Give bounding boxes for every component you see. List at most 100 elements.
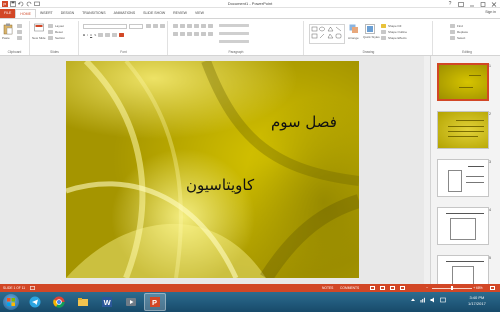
quick-styles-icon[interactable]: [365, 24, 375, 34]
shape-effects-button[interactable]: Shape Effects: [381, 36, 407, 40]
format-painter-icon[interactable]: [17, 36, 22, 40]
minimize-icon[interactable]: [468, 1, 476, 8]
change-case-icon[interactable]: [112, 33, 118, 37]
taskbar-chrome[interactable]: [48, 293, 70, 311]
underline-icon[interactable]: U: [90, 33, 92, 37]
cut-icon[interactable]: [17, 24, 22, 28]
zoom-slider-handle[interactable]: [451, 286, 453, 290]
shape-outline-button[interactable]: Shape Outline: [381, 30, 407, 34]
thumb-number: 3: [489, 160, 491, 164]
slideshow-icon[interactable]: [400, 286, 405, 290]
shape-fill-button[interactable]: Shape Fill: [381, 24, 401, 28]
decrease-indent-icon[interactable]: [187, 24, 192, 28]
text-direction-icon[interactable]: [208, 24, 213, 28]
justify-icon[interactable]: [194, 32, 199, 36]
network-icon[interactable]: [420, 297, 426, 303]
shrink-font-icon[interactable]: [153, 24, 158, 28]
language-icon[interactable]: [440, 297, 446, 303]
clear-format-icon[interactable]: [160, 24, 165, 28]
zoom-in-icon[interactable]: +: [473, 285, 475, 290]
sign-in-link[interactable]: Sign in: [485, 10, 496, 14]
zoom-level[interactable]: 68%: [476, 286, 483, 290]
ribbon-display-icon[interactable]: [457, 1, 465, 8]
shadow-icon[interactable]: S: [94, 33, 96, 37]
tab-home[interactable]: HOME: [15, 9, 36, 18]
smartart-dropdown[interactable]: [219, 40, 249, 43]
taskbar-word[interactable]: W: [96, 293, 118, 311]
proofing-icon[interactable]: [30, 286, 35, 291]
section-button[interactable]: Section: [48, 36, 65, 40]
fit-to-window-icon[interactable]: [490, 286, 495, 290]
new-slide-label[interactable]: New Slide: [32, 36, 46, 40]
tab-review[interactable]: REVIEW: [169, 9, 191, 18]
replace-button[interactable]: Replace: [450, 30, 468, 34]
font-color-icon[interactable]: [119, 33, 125, 37]
align-text-icon[interactable]: [208, 32, 213, 36]
copy-icon[interactable]: [17, 30, 22, 34]
paste-label[interactable]: Paste: [2, 36, 10, 40]
thumbnail-slide-4[interactable]: [437, 207, 489, 245]
find-button[interactable]: Find: [450, 24, 463, 28]
tab-file[interactable]: FILE: [0, 9, 16, 18]
tab-view[interactable]: VIEW: [191, 9, 208, 18]
increase-indent-icon[interactable]: [194, 24, 199, 28]
slide-title[interactable]: فصل سوم: [271, 113, 337, 131]
shapes-gallery[interactable]: [309, 24, 345, 44]
numbering-icon[interactable]: [180, 24, 185, 28]
maximize-icon[interactable]: [479, 1, 487, 8]
new-slide-icon[interactable]: [34, 23, 44, 33]
quick-styles-label[interactable]: Quick Styles: [363, 35, 380, 40]
align-left-icon[interactable]: [173, 32, 178, 36]
help-icon[interactable]: ?: [446, 1, 454, 8]
thumbnail-slide-2[interactable]: [437, 111, 489, 149]
font-family-select[interactable]: [83, 24, 127, 29]
align-buttons: [173, 32, 213, 36]
comments-button[interactable]: COMMENTS: [340, 286, 359, 290]
spacing-icon[interactable]: [105, 33, 111, 37]
tab-animations[interactable]: ANIMATIONS: [110, 9, 140, 18]
bullets-icon[interactable]: [173, 24, 178, 28]
line-spacing-icon[interactable]: [201, 24, 206, 28]
show-hidden-icons-icon[interactable]: [410, 297, 416, 303]
slide-subtitle[interactable]: کاویتاسیون: [186, 176, 254, 194]
tab-transitions[interactable]: TRANSITIONS: [78, 9, 110, 18]
taskbar-media-player[interactable]: [120, 293, 142, 311]
thumbnail-slide-5[interactable]: [437, 255, 489, 284]
arrange-label[interactable]: Arrange: [348, 36, 359, 40]
taskbar-powerpoint[interactable]: P: [144, 293, 166, 311]
clock[interactable]: 3:40 PM 1/17/2017: [468, 295, 486, 307]
layout-button[interactable]: Layout: [48, 24, 64, 28]
thumbnail-slide-3[interactable]: [437, 159, 489, 197]
align-right-icon[interactable]: [187, 32, 192, 36]
select-button[interactable]: Select: [450, 36, 465, 40]
zoom-out-icon[interactable]: −: [426, 285, 428, 290]
strikethrough-icon[interactable]: [98, 33, 104, 37]
close-icon[interactable]: [490, 1, 498, 8]
current-slide[interactable]: فصل سوم کاویتاسیون: [66, 61, 359, 278]
paste-icon[interactable]: [3, 23, 13, 35]
bold-icon[interactable]: B: [83, 33, 85, 37]
reading-view-icon[interactable]: [390, 286, 395, 290]
notes-button[interactable]: NOTES: [322, 286, 333, 290]
tab-slide-show[interactable]: SLIDE SHOW: [139, 9, 169, 18]
taskbar-telegram[interactable]: [24, 293, 46, 311]
thumbnail-slide-1[interactable]: [437, 63, 489, 101]
start-button[interactable]: [3, 294, 19, 310]
italic-icon[interactable]: I: [87, 33, 88, 37]
arrange-icon[interactable]: [349, 24, 359, 34]
slide-sorter-icon[interactable]: [380, 286, 385, 290]
tab-insert[interactable]: INSERT: [36, 9, 57, 18]
volume-icon[interactable]: [430, 297, 436, 303]
columns-icon[interactable]: [201, 32, 206, 36]
shape-outline-label: Shape Outline: [388, 30, 408, 34]
align-text-dropdown[interactable]: [219, 32, 249, 35]
grow-font-icon[interactable]: [146, 24, 151, 28]
align-center-icon[interactable]: [180, 32, 185, 36]
text-direction-dropdown[interactable]: [219, 24, 249, 27]
reset-button[interactable]: Reset: [48, 30, 63, 34]
taskbar-file-explorer[interactable]: [72, 293, 94, 311]
tab-design[interactable]: DESIGN: [57, 9, 78, 18]
font-size-select[interactable]: [129, 24, 143, 29]
slide-background-image: [66, 61, 359, 278]
normal-view-icon[interactable]: [370, 286, 375, 290]
